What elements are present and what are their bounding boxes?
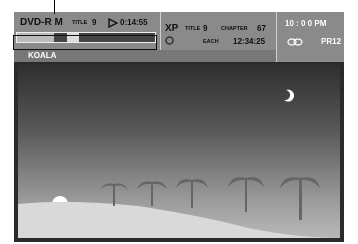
program-name: KOALA <box>28 51 57 60</box>
title-label: TITLE <box>72 20 88 26</box>
play-triangle-icon <box>108 18 118 28</box>
disc-type: DVD-R M <box>20 17 63 28</box>
video-scene <box>18 64 340 238</box>
chapter-label: CHAPTER <box>221 26 248 32</box>
preset-channel: PR12 <box>321 37 342 46</box>
chapter-time: 12:34:25 <box>233 37 266 46</box>
moon-icon <box>284 89 295 102</box>
elapsed-time: 0:14:55 <box>120 18 148 27</box>
title-number: 9 <box>92 18 97 27</box>
clock-time: 10 : 0 0 PM <box>285 19 327 28</box>
sand-area <box>18 201 340 238</box>
beach-scene-image <box>18 89 340 238</box>
chapter-title-number: 9 <box>203 24 208 33</box>
each-label: EACH <box>203 39 219 45</box>
title-label-2: TITLE <box>185 26 201 32</box>
chapter-number: 67 <box>257 24 266 33</box>
callout-leader-line <box>54 0 55 14</box>
record-mode: XP <box>165 23 179 34</box>
stereo-oval-icon <box>287 38 303 46</box>
disc-icon <box>165 36 174 45</box>
progress-highlight-frame <box>13 35 157 50</box>
program-caption-band: KOALA <box>14 50 276 62</box>
clock-section: 10 : 0 0 PM PR12 <box>276 12 345 62</box>
